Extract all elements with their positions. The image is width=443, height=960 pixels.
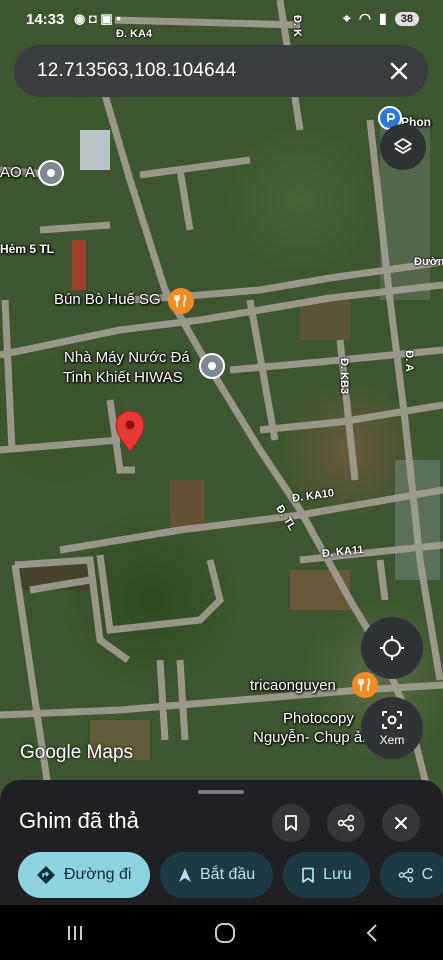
close-icon bbox=[395, 817, 407, 829]
share-icon bbox=[337, 814, 355, 832]
map-view[interactable]: Đ. KA4 Đ. K AO A Hẻm 5 TL Bún Bò Huế SG … bbox=[0, 0, 443, 800]
place-label-ao-a[interactable]: AO A bbox=[0, 164, 35, 181]
battery-indicator: 38 bbox=[394, 11, 419, 26]
recent-apps-icon[interactable] bbox=[65, 924, 85, 942]
dropped-pin-icon[interactable] bbox=[114, 410, 146, 457]
place-label-photocopy-2[interactable]: Nguyễn- Chụp ảnh bbox=[253, 729, 379, 746]
road-label-duong: Đườn bbox=[414, 256, 443, 268]
road-label-kb3: Đ. KB3 bbox=[338, 357, 351, 395]
search-input[interactable]: 12.713563,108.104644 bbox=[37, 60, 236, 82]
home-icon[interactable] bbox=[214, 922, 236, 944]
restaurant-icon[interactable] bbox=[168, 288, 194, 314]
status-bar: 14:33 ◉ ◘ ▣ • ⌖ ◠ ▮ 38 bbox=[0, 0, 443, 40]
location-icon: ⌖ bbox=[342, 10, 351, 26]
status-time: 14:33 bbox=[26, 11, 65, 28]
restaurant-icon[interactable] bbox=[352, 672, 378, 698]
road-label-da: Đ. A bbox=[402, 350, 415, 372]
place-label-photocopy-1[interactable]: Photocopy bbox=[283, 710, 354, 727]
share-icon bbox=[398, 867, 413, 883]
bookmark-icon bbox=[285, 815, 297, 831]
layers-button[interactable] bbox=[380, 124, 426, 170]
save-label: Lưu bbox=[323, 866, 352, 883]
google-maps-logo: Google Maps bbox=[20, 742, 134, 763]
save-icon-button[interactable] bbox=[272, 804, 310, 842]
lens-icon bbox=[382, 710, 402, 729]
start-label: Bắt đầu bbox=[200, 866, 256, 883]
status-right: ⌖ ◠ ▮ 38 bbox=[343, 10, 419, 27]
view-button[interactable]: Xem bbox=[361, 697, 423, 759]
close-sheet-button[interactable] bbox=[382, 804, 420, 842]
action-chips: Đường đi Bắt đầu Lưu C bbox=[18, 852, 443, 898]
share-icon-button[interactable] bbox=[327, 804, 365, 842]
back-icon[interactable] bbox=[365, 923, 379, 943]
crosshair-icon bbox=[380, 636, 404, 660]
sheet-title: Ghim đã thả bbox=[19, 808, 139, 833]
place-label-nha-may-1[interactable]: Nhà Máy Nước Đá bbox=[64, 349, 190, 366]
start-button[interactable]: Bắt đầu bbox=[160, 852, 274, 898]
share-label: C bbox=[421, 866, 434, 883]
wifi-icon: ◠ bbox=[358, 10, 372, 26]
directions-button[interactable]: Đường đi bbox=[18, 852, 150, 898]
place-label-nha-may-2[interactable]: Tinh Khiết HIWAS bbox=[63, 369, 183, 386]
bookmark-icon bbox=[302, 867, 315, 883]
notification-icons: ◉ ◘ ▣ • bbox=[74, 11, 121, 26]
place-sheet[interactable]: Ghim đã thả Đường đi Bắt đầu Lưu C bbox=[0, 780, 443, 905]
road-label-hem5: Hẻm 5 TL bbox=[0, 242, 55, 256]
system-nav-bar bbox=[0, 905, 443, 960]
layers-icon bbox=[394, 138, 412, 154]
search-box[interactable]: 12.713563,108.104644 bbox=[14, 45, 428, 97]
directions-icon bbox=[37, 866, 55, 884]
share-button[interactable]: C bbox=[379, 852, 443, 898]
navigation-arrow-icon bbox=[179, 868, 191, 882]
place-marker-icon[interactable] bbox=[38, 160, 64, 186]
place-label-tricao[interactable]: tricaonguyen bbox=[250, 677, 336, 694]
save-button[interactable]: Lưu bbox=[283, 852, 370, 898]
view-button-label: Xem bbox=[379, 732, 405, 747]
place-marker-icon[interactable] bbox=[199, 353, 225, 379]
sheet-drag-handle[interactable] bbox=[198, 790, 244, 794]
place-label-bun-bo[interactable]: Bún Bò Huế SG bbox=[54, 291, 161, 308]
directions-label: Đường đi bbox=[64, 866, 132, 883]
my-location-button[interactable] bbox=[361, 617, 423, 679]
close-icon[interactable] bbox=[386, 58, 412, 84]
signal-icon: ▮ bbox=[379, 10, 387, 26]
